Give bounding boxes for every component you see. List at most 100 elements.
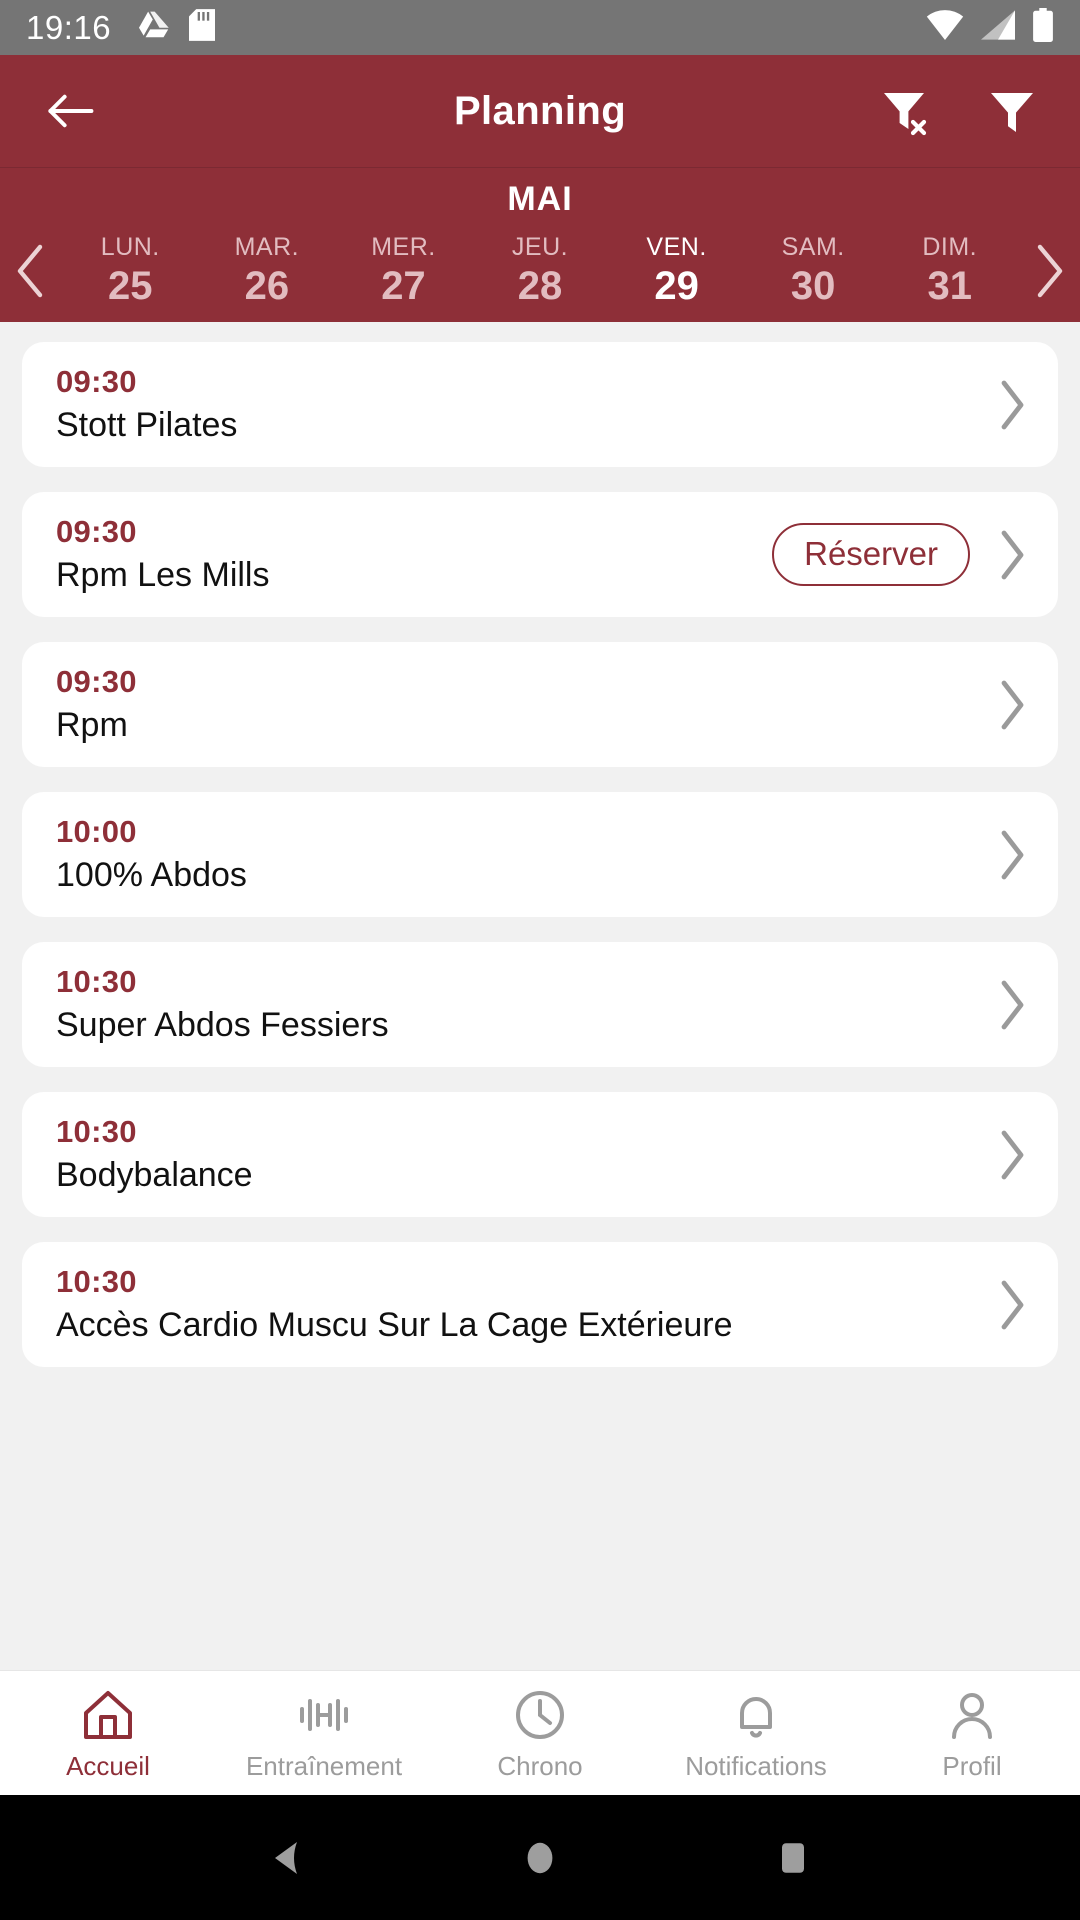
android-system-nav	[0, 1795, 1080, 1920]
calendar-day-number: 30	[790, 264, 836, 309]
status-bar-time: 19:16	[26, 8, 112, 46]
home-icon	[84, 1691, 132, 1739]
nav-label: Notifications	[685, 1751, 827, 1781]
session-detail-chevron[interactable]	[992, 679, 1032, 731]
session-detail-chevron[interactable]	[992, 979, 1032, 1031]
session-card[interactable]: 10:30 Accès Cardio Muscu Sur La Cage Ext…	[22, 1242, 1058, 1367]
back-button[interactable]	[40, 81, 100, 141]
filter-clear-button[interactable]	[876, 83, 932, 139]
calendar-month-label: MAI	[507, 180, 573, 218]
session-time: 10:30	[56, 1264, 137, 1300]
session-card-texts: 10:30 Bodybalance	[56, 1111, 253, 1197]
reserve-button[interactable]: Réserver	[772, 523, 970, 586]
session-detail-chevron[interactable]	[992, 1279, 1032, 1331]
chevron-right-icon	[1001, 830, 1024, 879]
session-title: Stott Pilates	[56, 406, 238, 445]
nav-item-entrainement[interactable]: Entraînement	[216, 1671, 432, 1795]
filter-button[interactable]	[984, 83, 1040, 139]
calendar-days: LUN. 25 MAR. 26 MER. 27 JEU. 28 VEN. 29 …	[62, 232, 1018, 309]
chevron-right-icon	[1001, 380, 1024, 429]
bell-icon	[740, 1697, 772, 1738]
battery-icon	[1032, 8, 1054, 47]
nav-item-profil[interactable]: Profil	[864, 1671, 1080, 1795]
triangle-back-icon	[274, 1841, 297, 1874]
nav-item-notifications[interactable]: Notifications	[648, 1671, 864, 1795]
calendar-day-dow: MER.	[371, 232, 436, 261]
system-back-button[interactable]	[265, 1836, 309, 1880]
calendar-day-number: 28	[517, 264, 563, 309]
calendar-day-mer[interactable]: MER. 27	[335, 232, 472, 309]
session-title: 100% Abdos	[56, 856, 247, 895]
status-bar-right-icons	[926, 8, 1054, 47]
session-card-texts: 09:30 Rpm Les Mills	[56, 511, 269, 597]
calendar-day-number: 29	[654, 264, 699, 309]
session-time: 10:30	[56, 1114, 137, 1150]
session-detail-chevron[interactable]	[992, 379, 1032, 431]
calendar-day-number: 26	[244, 264, 290, 309]
session-time: 09:30	[56, 364, 137, 400]
status-bar: 19:16	[0, 0, 1080, 55]
calendar-day-mar[interactable]: MAR. 26	[199, 232, 336, 309]
bottom-navigation: Accueil Entraînement Chrono Notification…	[0, 1670, 1080, 1795]
calendar-day-dow: LUN.	[100, 232, 160, 261]
status-bar-left-icons	[137, 9, 216, 46]
circle-home-icon	[527, 1842, 553, 1873]
nav-item-chrono[interactable]: Chrono	[432, 1671, 648, 1795]
calendar-day-dow: VEN.	[646, 232, 707, 261]
clock-icon	[516, 1691, 564, 1739]
app-bar-actions	[876, 83, 1040, 139]
session-title: Bodybalance	[56, 1156, 253, 1195]
calendar-days-wrapper: LUN. 25 MAR. 26 MER. 27 JEU. 28 VEN. 29 …	[0, 219, 1080, 322]
session-card-texts: 09:30 Stott Pilates	[56, 361, 237, 447]
session-card-texts: 10:30 Accès Cardio Muscu Sur La Cage Ext…	[56, 1261, 733, 1347]
session-detail-chevron[interactable]	[992, 529, 1032, 581]
square-recents-icon	[782, 1842, 805, 1873]
session-time: 10:30	[56, 964, 137, 1000]
calendar-next-week-button[interactable]	[1018, 243, 1080, 299]
calendar-prev-week-button[interactable]	[0, 243, 62, 299]
calendar-day-dow: SAM.	[781, 232, 845, 261]
calendar-day-dow: JEU.	[511, 232, 569, 261]
chevron-right-icon	[1001, 530, 1024, 579]
wifi-icon	[926, 10, 964, 45]
system-home-button[interactable]	[518, 1836, 562, 1880]
session-card[interactable]: 09:30 Rpm	[22, 642, 1058, 767]
person-icon	[952, 1693, 992, 1739]
nav-item-accueil[interactable]: Accueil	[0, 1671, 216, 1795]
session-time: 10:00	[56, 814, 137, 850]
session-detail-chevron[interactable]	[992, 829, 1032, 881]
calendar-day-number: 31	[927, 264, 973, 309]
session-card[interactable]: 09:30 Stott Pilates	[22, 342, 1058, 467]
calendar-strip: MAI LUN. 25 MAR. 26 MER. 27 JEU. 28 VEN.…	[0, 167, 1080, 322]
nav-label: Profil	[942, 1751, 1002, 1781]
session-card[interactable]: 10:30 Bodybalance	[22, 1092, 1058, 1217]
session-time: 09:30	[56, 514, 137, 550]
calendar-day-dow: DIM.	[922, 232, 978, 261]
chevron-right-icon	[1037, 244, 1063, 297]
system-recents-button[interactable]	[771, 1836, 815, 1880]
chevron-right-icon	[1001, 980, 1024, 1029]
chevron-left-icon	[17, 244, 43, 297]
session-title: Rpm	[56, 706, 128, 745]
calendar-day-number: 27	[381, 264, 426, 309]
dumbbell-icon	[300, 1699, 348, 1731]
session-title: Accès Cardio Muscu Sur La Cage Extérieur…	[56, 1306, 733, 1345]
session-detail-chevron[interactable]	[992, 1129, 1032, 1181]
calendar-day-dim[interactable]: DIM. 31	[881, 232, 1018, 309]
session-card[interactable]: 10:30 Super Abdos Fessiers	[22, 942, 1058, 1067]
filter-icon	[991, 93, 1033, 132]
filter-clear-icon	[884, 93, 927, 136]
session-card[interactable]: 09:30 Rpm Les Mills Réserver	[22, 492, 1058, 617]
session-list[interactable]: 09:30 Stott Pilates 09:30 Rpm Les Mills …	[0, 322, 1080, 1670]
calendar-day-dow: MAR.	[234, 232, 300, 261]
chevron-right-icon	[1001, 680, 1024, 729]
calendar-day-jeu[interactable]: JEU. 28	[472, 232, 609, 309]
app-screen: 19:16 Planning MAI LUN. 25 MAR. 26 MER. …	[0, 0, 1080, 1920]
google-drive-icon	[137, 10, 171, 45]
calendar-day-sam[interactable]: SAM. 30	[745, 232, 882, 309]
chevron-right-icon	[1001, 1130, 1024, 1179]
session-title: Rpm Les Mills	[56, 556, 270, 595]
calendar-day-ven-selected[interactable]: VEN. 29	[608, 232, 745, 309]
session-card[interactable]: 10:00 100% Abdos	[22, 792, 1058, 917]
calendar-day-lun[interactable]: LUN. 25	[62, 232, 199, 309]
